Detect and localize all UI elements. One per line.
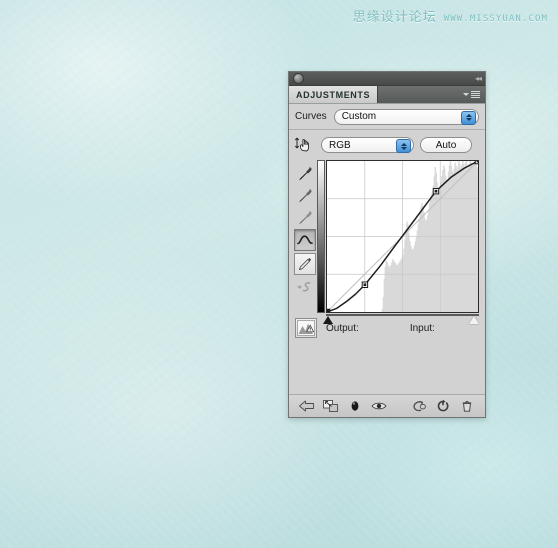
white-point-eyedropper-icon[interactable]	[295, 207, 315, 227]
tab-adjustments[interactable]: ADJUSTMENTS	[289, 86, 379, 103]
watermark-chinese-text: 思缘设计论坛	[352, 9, 437, 24]
pencil-draw-curve-tool-icon[interactable]	[294, 253, 316, 275]
stepper-updown-icon[interactable]	[461, 110, 476, 125]
preset-row: Curves Custom	[289, 104, 485, 130]
return-to-adjustment-list-icon[interactable]	[295, 396, 319, 416]
preview-eye-icon[interactable]	[367, 396, 391, 416]
watermark: 思缘设计论坛 WWW.MISSYUAN.COM	[353, 6, 548, 25]
channel-stepper-icon[interactable]	[396, 139, 411, 153]
watermark-url-text: WWW.MISSYUAN.COM	[443, 14, 548, 24]
adjustments-panel: ◂◂ ADJUSTMENTS Curves Custom RGB Auto Ou…	[288, 71, 486, 418]
curves-plot[interactable]	[326, 160, 479, 313]
delete-adjustment-layer-icon[interactable]	[455, 396, 479, 416]
curves-graph-main	[317, 160, 479, 313]
auto-button[interactable]: Auto	[420, 137, 472, 153]
toggle-layer-visibility-icon[interactable]	[343, 396, 367, 416]
channel-row: RGB Auto	[289, 130, 485, 160]
auto-button-label: Auto	[435, 139, 457, 151]
preset-dropdown[interactable]: Custom	[333, 108, 479, 125]
curve-point-tool-icon[interactable]	[294, 229, 316, 251]
output-label: Output:	[326, 322, 359, 334]
smooth-curve-button-icon[interactable]	[295, 277, 315, 297]
panel-title-bar[interactable]: ◂◂	[289, 72, 485, 86]
panel-menu-lines-icon	[471, 91, 480, 98]
channel-dropdown[interactable]: RGB	[321, 137, 414, 153]
gray-point-eyedropper-icon[interactable]	[295, 185, 315, 205]
curves-graph-stack	[317, 160, 479, 324]
tab-strip-filler	[378, 86, 463, 103]
preset-dropdown-value: Custom	[341, 111, 377, 122]
output-gradient-bar	[317, 160, 325, 313]
panel-bottom-toolbar	[289, 394, 485, 417]
curves-label: Curves	[295, 111, 327, 122]
view-previous-state-icon[interactable]	[407, 396, 431, 416]
tab-adjustments-label: ADJUSTMENTS	[296, 89, 371, 100]
black-point-slider-icon[interactable]	[323, 316, 333, 324]
output-input-row: Output: Input:	[289, 312, 485, 338]
panel-menu-triangle-icon	[463, 93, 469, 96]
on-image-adjustment-hand-icon[interactable]	[293, 134, 315, 156]
black-point-eyedropper-icon[interactable]	[295, 163, 315, 183]
reset-adjustment-icon[interactable]	[431, 396, 455, 416]
collapse-double-arrow-icon[interactable]: ◂◂	[475, 74, 482, 83]
clip-to-layer-icon[interactable]	[319, 396, 343, 416]
graph-region	[289, 160, 485, 324]
curves-tool-column	[293, 160, 317, 312]
channel-dropdown-value: RGB	[329, 139, 351, 151]
white-point-slider-icon[interactable]	[469, 316, 479, 324]
panel-menu-icon[interactable]	[463, 86, 485, 103]
panel-tab-strip: ADJUSTMENTS	[289, 86, 485, 104]
panel-filler	[289, 338, 485, 394]
histogram-warning-icon[interactable]	[295, 318, 317, 338]
input-label: Input:	[409, 322, 435, 334]
circle-icon[interactable]	[293, 73, 304, 84]
